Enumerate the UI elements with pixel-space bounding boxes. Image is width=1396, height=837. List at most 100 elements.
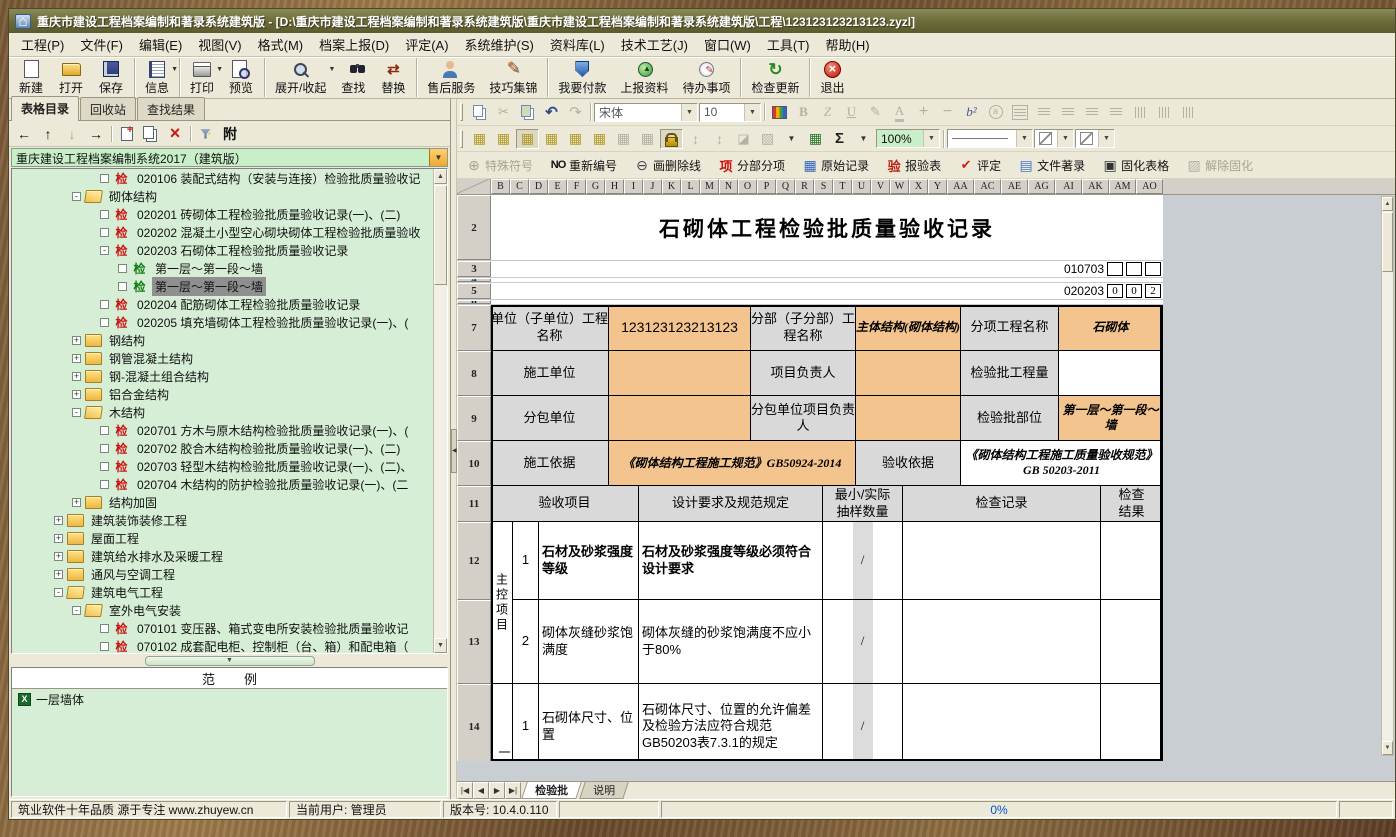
col-header-cell[interactable]: AK [1082, 179, 1109, 194]
tree-item[interactable]: 第一层～第一段～墙 [12, 259, 433, 277]
left-panel-tab[interactable]: 查找结果 [137, 97, 205, 120]
tree-item[interactable]: 020704 木结构的防护检验批质量验收记录(一)、(二 [12, 475, 433, 493]
table-tool-icon[interactable] [516, 129, 539, 149]
format-icon[interactable] [840, 102, 863, 122]
row-header-cell[interactable]: 4 [457, 278, 491, 282]
toolbar-button[interactable]: 我要付款 ▼ [547, 58, 613, 97]
move-up-button[interactable]: ↑ [37, 124, 59, 144]
tree-expander-icon[interactable] [118, 264, 127, 273]
format-icon[interactable] [1128, 102, 1151, 122]
tree-expander-icon[interactable] [72, 606, 81, 615]
table-tool-icon[interactable] [492, 129, 515, 149]
row-header-cell[interactable]: 8 [457, 351, 491, 396]
code-box[interactable]: 2 [1145, 284, 1161, 298]
row-header-cell[interactable]: 9 [457, 396, 491, 441]
tree-item[interactable]: 070102 成套配电柜、控制柜（台、箱）和配电箱（ [12, 637, 433, 653]
toolbar-button[interactable]: 打开 ▼ [51, 58, 91, 97]
font-size-combo[interactable]: 10▼ [699, 103, 761, 122]
tree-expander-icon[interactable] [100, 624, 109, 633]
chevron-down-icon[interactable]: ▼ [1016, 130, 1032, 147]
format-icon[interactable] [540, 102, 563, 122]
cell-label[interactable]: 施工单位 [491, 351, 609, 396]
col-header-cell[interactable]: D [529, 179, 548, 194]
table-tool-icon[interactable] [684, 129, 707, 149]
col-header-cell[interactable]: U [852, 179, 871, 194]
col-header-cell[interactable]: Q [776, 179, 795, 194]
tree-item[interactable]: 钢-混凝土组合结构 [12, 367, 433, 385]
filter-icon[interactable] [195, 124, 217, 144]
format-icon[interactable] [912, 102, 935, 122]
action-button[interactable]: 原始记录 [796, 155, 879, 176]
toolbar-button[interactable]: 预览 ▼ [221, 58, 261, 97]
cell-value[interactable]: 石砌体 [1059, 305, 1163, 351]
tree-item[interactable]: 铝合金结构 [12, 385, 433, 403]
check-header-cell[interactable]: 检查记录 [903, 486, 1101, 522]
scroll-down-icon[interactable]: ▼ [1382, 741, 1393, 755]
row-header-cell[interactable]: 13 [457, 600, 491, 684]
tree-expander-icon[interactable] [100, 642, 109, 651]
move-down-button[interactable]: ↓ [61, 124, 83, 144]
toolbar-button[interactable]: 信息 ▼ [134, 58, 176, 97]
tree-expander-icon[interactable] [72, 498, 81, 507]
sheet-tab[interactable]: 说明 [579, 782, 629, 799]
col-header-cell[interactable]: M [700, 179, 719, 194]
tree-item[interactable]: 020204 配筋砌体工程检验批质量验收记录 [12, 295, 433, 313]
left-panel-tab[interactable]: 回收站 [80, 97, 136, 120]
tree-item[interactable]: 建筑装饰装修工程 [12, 511, 433, 529]
col-header-cell[interactable]: P [757, 179, 776, 194]
menu-item[interactable]: 帮助(H) [817, 33, 877, 56]
row-header-cell[interactable]: 11 [457, 486, 491, 522]
check-item-name-cell[interactable]: 砌体灰缝砂浆饱满度 [539, 600, 639, 684]
font-name-combo[interactable]: 宋体▼ [594, 103, 698, 122]
example-item[interactable]: X 一层墙体 [12, 689, 447, 709]
table-tool-icon[interactable] [732, 129, 755, 149]
tree-item[interactable]: 通风与空调工程 [12, 565, 433, 583]
tree-item[interactable]: 结构加固 [12, 493, 433, 511]
menu-item[interactable]: 工程(P) [13, 33, 72, 56]
cell-value[interactable]: 123123123213123 [609, 305, 751, 351]
cell-value[interactable]: 主体结构(砌体结构) [856, 305, 961, 351]
toolbar-button[interactable]: 查找 ▼ [333, 58, 373, 97]
check-header-cell[interactable]: 设计要求及规范规定 [639, 486, 823, 522]
menu-item[interactable]: 工具(T) [759, 33, 818, 56]
tree-item[interactable]: 室外电气安装 [12, 601, 433, 619]
tree-item[interactable]: 020702 胶合木结构检验批质量验收记录(一)、(二) [12, 439, 433, 457]
menu-item[interactable]: 视图(V) [190, 33, 249, 56]
row-header-cell[interactable]: 10 [457, 441, 491, 486]
tree-expander-icon[interactable] [54, 588, 63, 597]
menu-item[interactable]: 档案上报(D) [311, 33, 397, 56]
add-item-icon[interactable] [116, 124, 138, 144]
row-header-cell[interactable]: 6 [457, 300, 491, 304]
chevron-down-icon[interactable]: ▼ [681, 104, 697, 121]
cell-value[interactable]: 第一层～第一段～墙 [1059, 396, 1163, 441]
col-header-cell[interactable]: F [567, 179, 586, 194]
tree-item[interactable]: 020106 装配式结构（安装与连接）检验批质量验收记 [12, 169, 433, 187]
cell-label[interactable]: 检验批工程量 [961, 351, 1059, 396]
col-header-cell[interactable]: AE [1001, 179, 1028, 194]
tree-item[interactable]: 020703 轻型木结构检验批质量验收记录(一)、(二)、 [12, 457, 433, 475]
tree-item[interactable]: 钢结构 [12, 331, 433, 349]
code-box[interactable]: 0 [1126, 284, 1142, 298]
tree-item[interactable]: 建筑给水排水及采暖工程 [12, 547, 433, 565]
chevron-down-icon[interactable]: ▼ [1098, 130, 1114, 147]
tree-expander-icon[interactable] [100, 444, 109, 453]
menu-item[interactable]: 格式(M) [250, 33, 312, 56]
tree-expander-icon[interactable] [54, 570, 63, 579]
format-icon[interactable] [1056, 102, 1079, 122]
scroll-down-icon[interactable]: ▼ [434, 638, 447, 653]
cell-label[interactable]: 分包单位项目负责人 [751, 396, 856, 441]
prev-sheet-button[interactable]: ◀ [473, 782, 489, 799]
sample-quantity-cell[interactable]: / [823, 684, 903, 761]
col-header-cell[interactable]: AO [1136, 179, 1163, 194]
toolbar-button[interactable]: 技巧集锦 ▼ [482, 58, 544, 97]
toolbar-button[interactable]: 待办事项 ▼ [675, 58, 737, 97]
scrollbar-thumb[interactable] [434, 185, 447, 285]
scroll-up-icon[interactable]: ▲ [434, 169, 447, 184]
check-requirement-cell[interactable]: 石材及砂浆强度等级必须符合设计要求 [639, 522, 823, 600]
sheet-tab[interactable]: 检验批 [521, 782, 582, 799]
tree-expander-icon[interactable] [72, 354, 81, 363]
row-header-cell[interactable]: 12 [457, 522, 491, 600]
col-header-cell[interactable]: G [586, 179, 605, 194]
tree-item[interactable]: 020205 填充墙砌体工程检验批质量验收记录(一)、( [12, 313, 433, 331]
code-box[interactable] [1126, 262, 1142, 276]
